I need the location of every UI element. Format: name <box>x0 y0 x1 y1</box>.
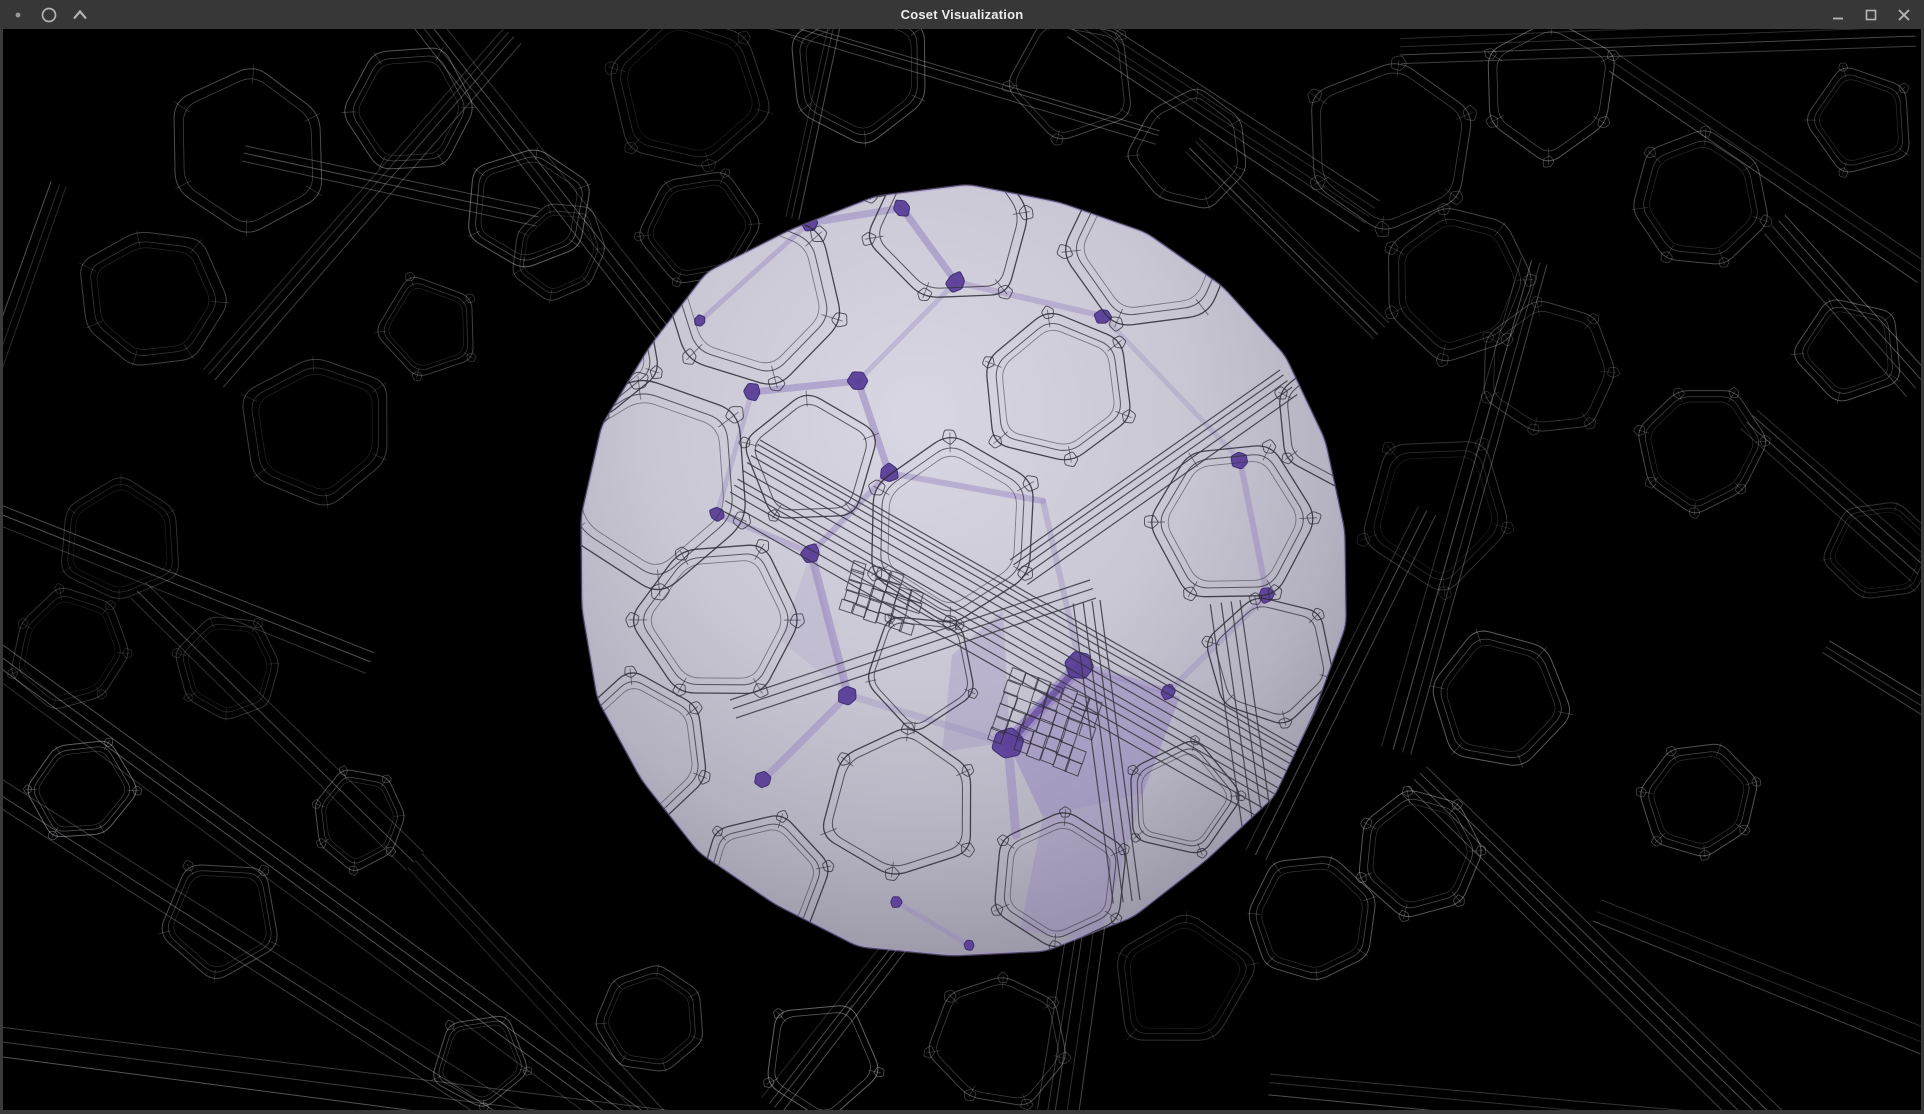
chevron-up-icon[interactable] <box>69 4 91 26</box>
minimize-button[interactable] <box>1826 3 1850 27</box>
dot-icon[interactable] <box>7 4 29 26</box>
coset-visualization-canvas <box>0 29 1924 1114</box>
viewport[interactable] <box>0 29 1924 1114</box>
titlebar: Coset Visualization <box>0 0 1924 29</box>
titlebar-right-controls <box>1826 3 1924 27</box>
app-window: Coset Visualization <box>0 0 1924 1114</box>
titlebar-left-controls <box>0 4 91 26</box>
window-title: Coset Visualization <box>0 7 1924 22</box>
close-button[interactable] <box>1892 3 1916 27</box>
maximize-button[interactable] <box>1859 3 1883 27</box>
circle-icon[interactable] <box>38 4 60 26</box>
